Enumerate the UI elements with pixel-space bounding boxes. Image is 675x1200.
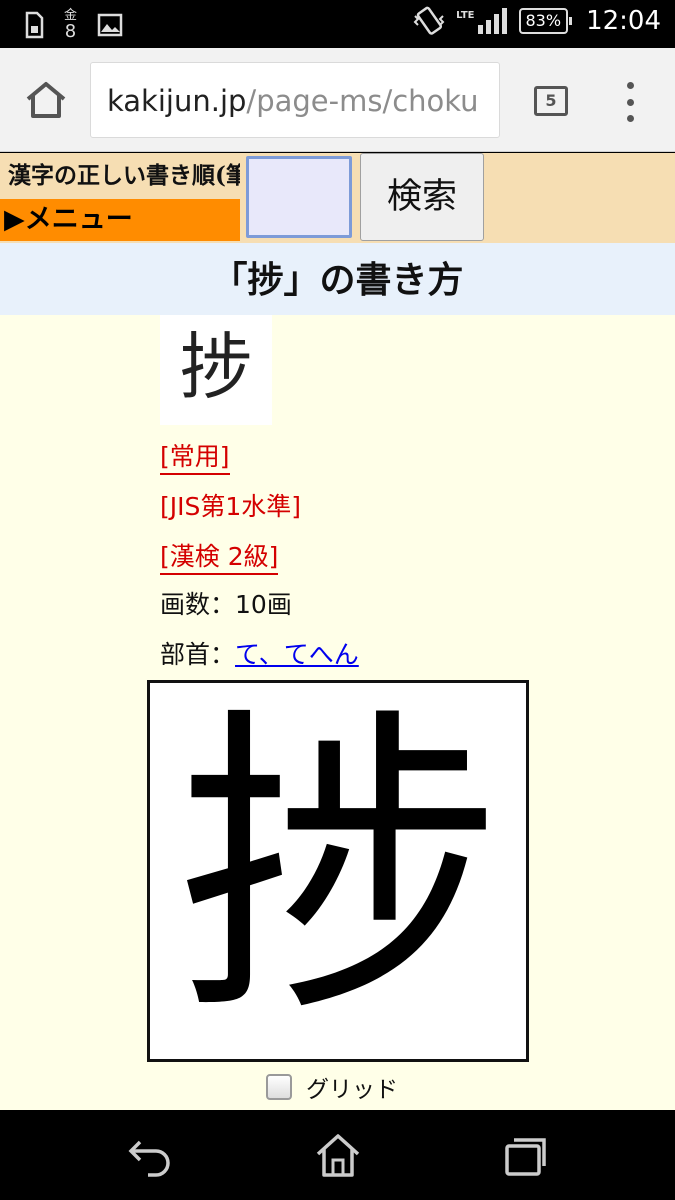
tag-joyo-link[interactable]: [常用] — [160, 437, 230, 475]
grid-toggle[interactable]: グリッド — [266, 1070, 398, 1104]
grid-checkbox[interactable] — [266, 1074, 292, 1100]
browser-toolbar: kakijun.jp/page-ms/choku 5 — [0, 48, 675, 152]
tabs-icon[interactable]: 5 — [534, 86, 568, 116]
home-icon[interactable] — [24, 80, 68, 120]
recent-apps-icon[interactable] — [502, 1132, 550, 1178]
site-title[interactable]: 漢字の正しい書き順(筆順) — [0, 153, 240, 199]
battery-level: 83% — [525, 11, 562, 30]
tag-jis-level: [JIS第1水準] — [160, 492, 302, 521]
radical-label: 部首： — [160, 640, 236, 669]
battery-icon: 83% — [518, 8, 572, 34]
radical-link[interactable]: て、てへん — [235, 640, 359, 669]
tag-kanken-link[interactable]: [漢検 2級] — [160, 537, 279, 575]
tab-count: 5 — [545, 91, 557, 110]
stroke-count: 画数：10画 — [160, 585, 292, 621]
kanji-thumbnail: 捗 — [160, 315, 272, 425]
stroke-order-image[interactable]: 捗 — [147, 680, 529, 1062]
web-page: 漢字の正しい書き順(筆順) ▶メニュー 検索 「捗」の書き方 捗 [常用] [J… — [0, 153, 675, 1110]
navigation-bar — [0, 1110, 675, 1200]
search-input[interactable] — [246, 156, 352, 238]
url-bar[interactable]: kakijun.jp/page-ms/choku — [90, 62, 500, 138]
clock: 12:04 — [586, 6, 661, 36]
url-path: /page-ms/choku — [246, 84, 479, 118]
stroke-count-value: 10画 — [235, 590, 292, 619]
sim-icon — [24, 11, 44, 39]
site-header: 漢字の正しい書き順(筆順) ▶メニュー 検索 — [0, 153, 675, 243]
radical: 部首：て、てへん — [160, 635, 359, 671]
home-icon[interactable] — [314, 1132, 362, 1178]
overflow-menu-icon[interactable] — [620, 82, 640, 122]
network-type: LTE — [456, 10, 475, 21]
search-button[interactable]: 検索 — [360, 153, 484, 241]
image-icon — [97, 13, 123, 37]
page-title: 「捗」の書き方 — [0, 243, 675, 315]
signal-icon: LTE — [456, 7, 508, 35]
stroke-count-label: 画数： — [160, 590, 236, 619]
url-host: kakijun.jp — [107, 84, 247, 118]
menu-link[interactable]: ▶メニュー — [0, 199, 240, 241]
stroke-order-character: 捗 — [178, 683, 498, 1055]
vibrate-icon — [412, 6, 446, 36]
calendar-day: 8 — [64, 21, 77, 42]
status-bar: 金 8 LTE 83% 12:04 — [0, 0, 675, 48]
back-icon[interactable] — [126, 1132, 174, 1178]
grid-label: グリッド — [306, 1077, 398, 1103]
calendar-icon: 金 8 — [64, 8, 77, 41]
